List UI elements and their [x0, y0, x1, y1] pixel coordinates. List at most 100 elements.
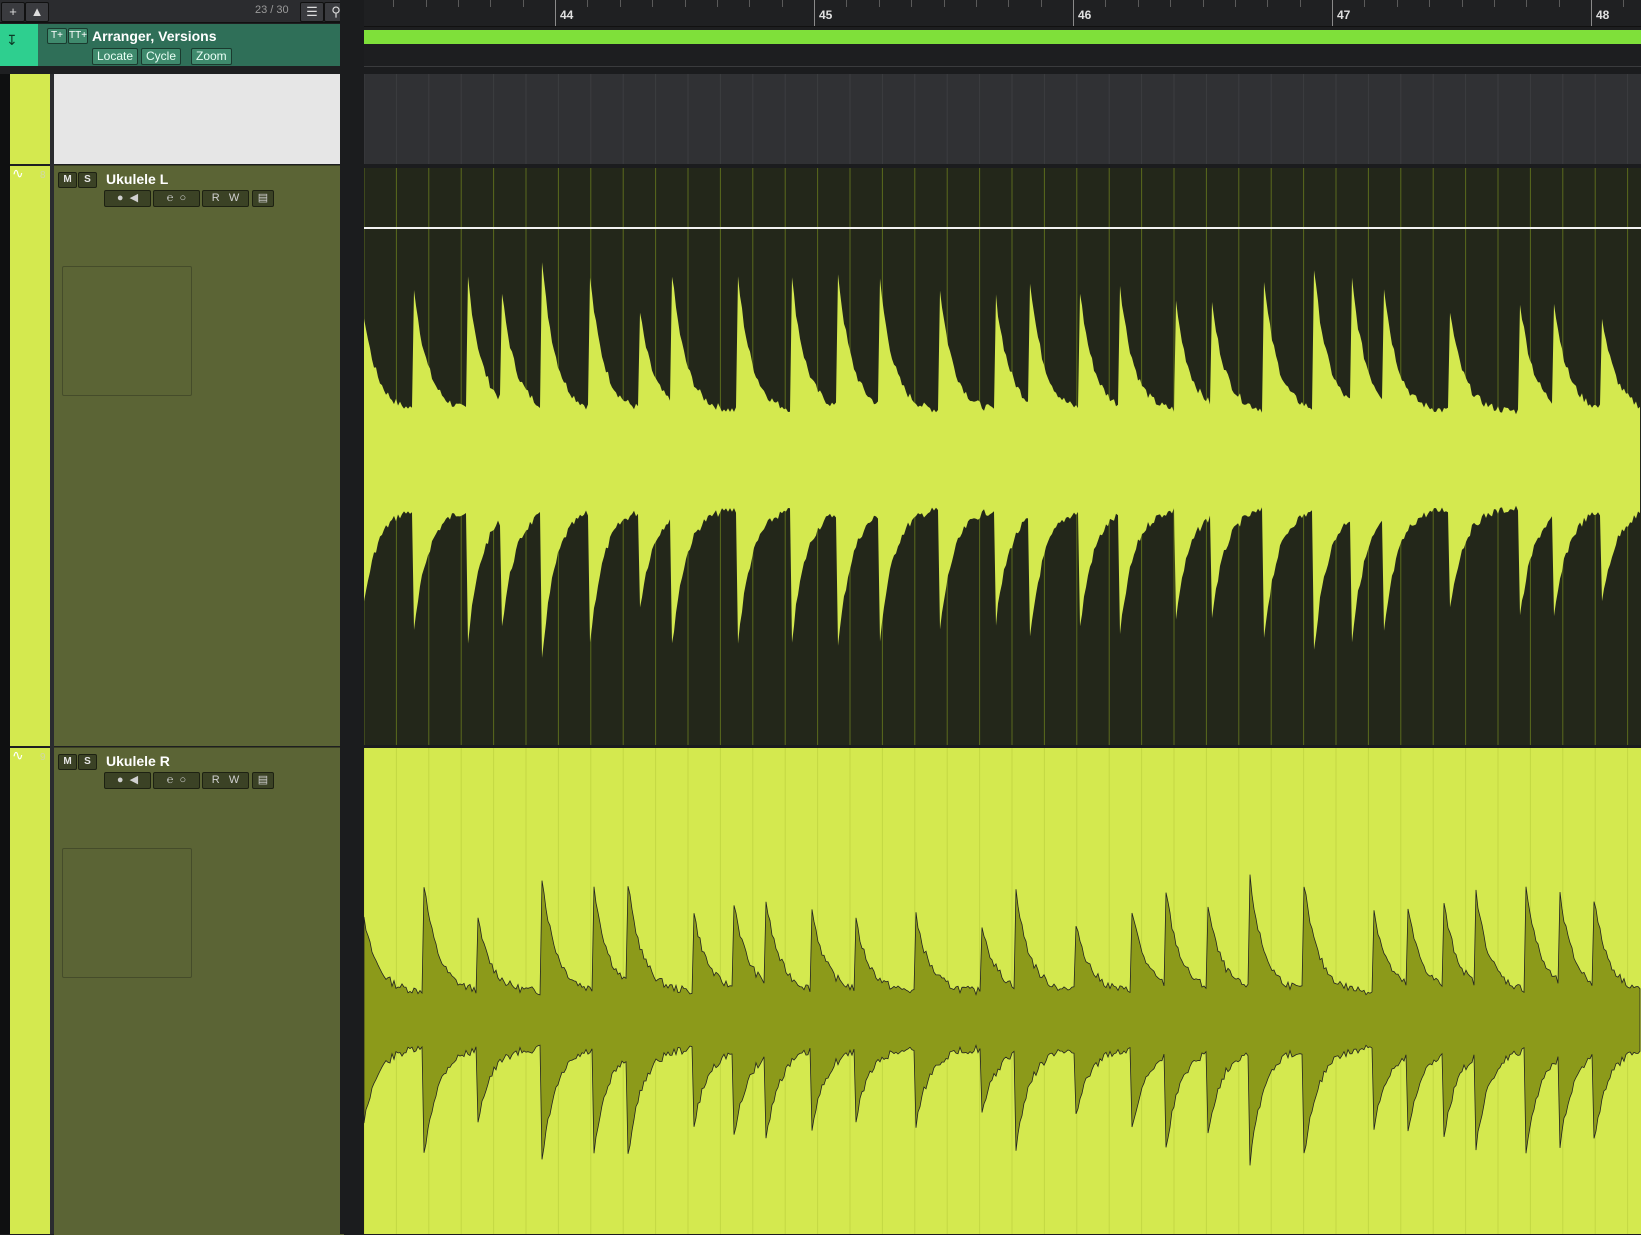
empty-track-area[interactable] — [54, 74, 344, 164]
bar-tick — [1332, 0, 1333, 26]
plus-icon[interactable]: + — [1, 2, 25, 22]
waveform-shape — [364, 262, 1640, 658]
beat-tick — [425, 0, 427, 7]
write-automation-button[interactable]: W — [229, 774, 239, 786]
track-picture-slot[interactable] — [62, 848, 192, 978]
bar-tick — [1073, 0, 1074, 26]
add-arranger-event-button[interactable]: T+ — [47, 28, 67, 44]
beat-tick — [490, 0, 492, 7]
track-header-ukulele-l[interactable]: M S Ukulele L ● ◀ ℮ ○ R W ▤ — [54, 165, 344, 746]
folder-add-icon[interactable]: ▲ — [25, 2, 49, 22]
folder-track-color-strip — [10, 74, 50, 164]
bar-number: 47 — [1337, 8, 1351, 22]
bar-number: 48 — [1596, 8, 1610, 22]
record-enable-icon[interactable]: ● — [117, 774, 124, 786]
beat-tick — [1493, 0, 1495, 7]
beat-tick — [749, 0, 751, 7]
track-color-strip-ukulele-l — [10, 166, 50, 746]
mute-button[interactable]: M — [58, 754, 77, 770]
beat-tick — [943, 0, 945, 7]
waveform-shape — [364, 874, 1641, 1166]
empty-event-lane[interactable] — [364, 74, 1641, 164]
lock-icon[interactable]: ○ — [180, 192, 187, 204]
read-automation-button[interactable]: R — [212, 774, 220, 786]
beat-tick — [1429, 0, 1431, 7]
timebase-icon[interactable]: ℮ — [167, 774, 174, 786]
beat-tick — [911, 0, 913, 7]
lanes-icon[interactable]: ▤ — [252, 190, 274, 207]
bar-tick — [814, 0, 815, 26]
beat-tick — [1170, 0, 1172, 7]
lane-separator — [364, 66, 1641, 67]
audio-event-ukulele-r[interactable] — [364, 748, 1641, 1234]
timebase-lock-group[interactable]: ℮ ○ — [153, 190, 200, 207]
track-name[interactable]: Ukulele L — [106, 171, 168, 187]
cycle-button[interactable]: Cycle — [141, 48, 182, 65]
beat-tick — [1526, 0, 1528, 7]
beat-tick — [846, 0, 848, 7]
track-header-ukulele-r[interactable]: M S Ukulele R ● ◀ ℮ ○ R W ▤ — [54, 747, 344, 1235]
audio-track-icon: ∿ — [12, 165, 24, 181]
arranger-track-title: Arranger, Versions — [92, 28, 217, 44]
beat-tick — [1396, 0, 1398, 7]
beat-tick — [1105, 0, 1107, 7]
bar-tick — [555, 0, 556, 26]
add-arranger-chain-button[interactable]: TT+ — [68, 28, 88, 44]
beat-tick — [652, 0, 654, 7]
splitter[interactable] — [340, 0, 364, 1234]
bar-number: 46 — [1078, 8, 1092, 22]
beat-tick — [1202, 0, 1204, 7]
bar-number: 45 — [819, 8, 833, 22]
timeline-ruler[interactable]: 44 45 46 47 48 — [364, 0, 1641, 27]
track-number: 8 — [40, 170, 46, 181]
read-write-group[interactable]: R W — [202, 772, 249, 789]
beat-tick — [1234, 0, 1236, 7]
arranger-event[interactable] — [364, 30, 1641, 44]
zoom-button[interactable]: Zoom — [191, 48, 232, 65]
track-name[interactable]: Ukulele R — [106, 753, 170, 769]
list-view-icon[interactable]: ☰ — [300, 2, 324, 22]
track-list-toolbar: + ▲ 23 / 30 ☰ ⚲ — [0, 0, 348, 23]
beat-tick — [457, 0, 459, 7]
beat-tick — [619, 0, 621, 7]
timebase-icon[interactable]: ℮ — [167, 192, 174, 204]
record-monitor-group[interactable]: ● ◀ — [104, 772, 151, 789]
track-picture-slot[interactable] — [62, 266, 192, 396]
beat-tick — [1040, 0, 1042, 7]
beat-tick — [393, 0, 395, 7]
write-automation-button[interactable]: W — [229, 192, 239, 204]
beat-tick — [587, 0, 589, 7]
locate-button[interactable]: Locate — [92, 48, 139, 65]
bar-tick — [1591, 0, 1592, 26]
read-automation-button[interactable]: R — [212, 192, 220, 204]
bar-number: 44 — [560, 8, 574, 22]
beat-tick — [781, 0, 783, 7]
track-color-strip-ukulele-r — [10, 748, 50, 1234]
beat-tick — [1267, 0, 1269, 7]
track-number: 9 — [40, 752, 46, 763]
beat-tick — [522, 0, 524, 7]
beat-tick — [1558, 0, 1560, 7]
mute-button[interactable]: M — [58, 172, 77, 188]
record-monitor-group[interactable]: ● ◀ — [104, 190, 151, 207]
arranger-track-color-strip: ↧ — [0, 24, 38, 66]
monitor-icon[interactable]: ◀ — [130, 192, 138, 204]
record-enable-icon[interactable]: ● — [117, 192, 124, 204]
lock-icon[interactable]: ○ — [180, 774, 187, 786]
track-count: 23 / 30 — [255, 4, 289, 16]
beat-tick — [1461, 0, 1463, 7]
monitor-icon[interactable]: ◀ — [130, 774, 138, 786]
track-list-edge — [0, 74, 10, 1234]
read-write-group[interactable]: R W — [202, 190, 249, 207]
beat-tick — [1364, 0, 1366, 7]
audio-event-ukulele-l[interactable] — [364, 168, 1641, 745]
timebase-lock-group[interactable]: ℮ ○ — [153, 772, 200, 789]
solo-button[interactable]: S — [78, 172, 97, 188]
solo-button[interactable]: S — [78, 754, 97, 770]
lanes-icon[interactable]: ▤ — [252, 772, 274, 789]
audio-track-icon: ∿ — [12, 747, 24, 763]
beat-tick — [716, 0, 718, 7]
beat-tick — [684, 0, 686, 7]
beat-tick — [1008, 0, 1010, 7]
arranger-icon: ↧ — [6, 32, 18, 48]
